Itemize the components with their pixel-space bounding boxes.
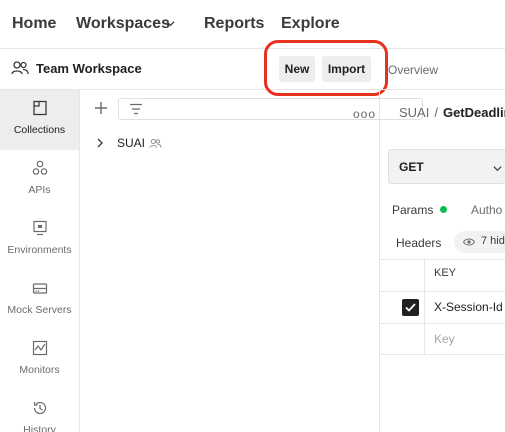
sidebar-item-label: Collections — [13, 124, 66, 136]
chevron-right-icon[interactable] — [96, 138, 104, 148]
breadcrumb-workspace[interactable]: SUAI — [399, 105, 429, 120]
sidebar-item-label: Environments — [7, 244, 72, 256]
sidebar: Collections APIs Environments Mock Serve… — [0, 90, 80, 432]
header-enabled-checkbox[interactable] — [402, 299, 419, 316]
breadcrumb-separator: / — [434, 105, 438, 120]
collections-panel: ooo SUAI — [80, 90, 423, 432]
table-border — [380, 259, 505, 260]
breadcrumb: SUAI / GetDeadlin — [399, 105, 505, 120]
filter-icon — [130, 103, 142, 115]
team-icon — [11, 61, 29, 75]
request-editor: Overview SUAI / GetDeadlin GET Params Auth… — [380, 49, 505, 432]
hidden-headers-count: 7 hid — [481, 235, 505, 247]
apis-icon — [32, 160, 48, 175]
plus-icon[interactable] — [94, 101, 108, 115]
eye-icon — [463, 238, 475, 246]
tab-params[interactable]: Params — [392, 203, 433, 217]
sidebar-item-apis[interactable]: APIs — [0, 150, 79, 210]
headers-label: Headers — [396, 236, 442, 250]
key-column-header: KEY — [434, 267, 457, 279]
collections-icon — [33, 100, 47, 116]
nav-workspaces[interactable]: Workspaces — [76, 15, 170, 33]
history-icon — [33, 401, 47, 415]
new-key-input[interactable]: Key — [434, 332, 455, 346]
chevron-down-icon[interactable] — [166, 19, 175, 28]
search-input[interactable] — [118, 98, 423, 120]
sidebar-item-label: APIs — [28, 184, 51, 196]
sidebar-item-label: Monitors — [19, 364, 60, 376]
tab-overview[interactable]: Overview — [388, 63, 438, 77]
more-options-icon[interactable]: ooo — [353, 107, 376, 121]
method-label: GET — [399, 160, 424, 174]
nav-reports[interactable]: Reports — [204, 15, 264, 33]
table-column-divider — [424, 259, 425, 355]
sidebar-item-monitors[interactable]: Monitors — [0, 330, 79, 390]
workspace-title: Team Workspace — [36, 61, 142, 76]
tabs-divider — [380, 89, 505, 90]
sidebar-item-collections[interactable]: Collections — [0, 90, 79, 150]
method-select[interactable]: GET — [388, 149, 505, 184]
hidden-headers-toggle[interactable]: 7 hid — [454, 231, 505, 253]
highlight-annotation — [264, 40, 388, 96]
sidebar-item-label: Mock Servers — [7, 304, 72, 316]
sidebar-item-history[interactable]: History — [0, 390, 79, 432]
team-icon — [149, 138, 162, 148]
breadcrumb-request[interactable]: GetDeadlin — [443, 105, 505, 120]
sidebar-item-mock-servers[interactable]: Mock Servers — [0, 270, 79, 330]
params-status-dot — [440, 206, 447, 213]
top-nav: Home Workspaces Reports Explore — [0, 0, 505, 49]
table-border — [380, 354, 505, 355]
nav-explore[interactable]: Explore — [281, 15, 340, 33]
collection-item[interactable]: SUAI — [80, 132, 380, 154]
mock-servers-icon — [32, 283, 48, 294]
collection-label: SUAI — [117, 136, 146, 150]
table-border — [380, 323, 505, 324]
check-icon — [405, 303, 416, 312]
sidebar-item-environments[interactable]: Environments — [0, 210, 79, 270]
environments-icon — [33, 220, 47, 236]
tab-authorization[interactable]: Autho — [471, 203, 502, 217]
nav-home[interactable]: Home — [12, 15, 56, 33]
chevron-down-icon — [493, 166, 502, 172]
table-border — [380, 291, 505, 292]
headers-table: KEY X-Session-Id Key — [380, 259, 505, 355]
header-key-cell[interactable]: X-Session-Id — [434, 300, 503, 314]
monitors-icon — [32, 340, 48, 356]
sidebar-item-label: History — [23, 424, 56, 432]
